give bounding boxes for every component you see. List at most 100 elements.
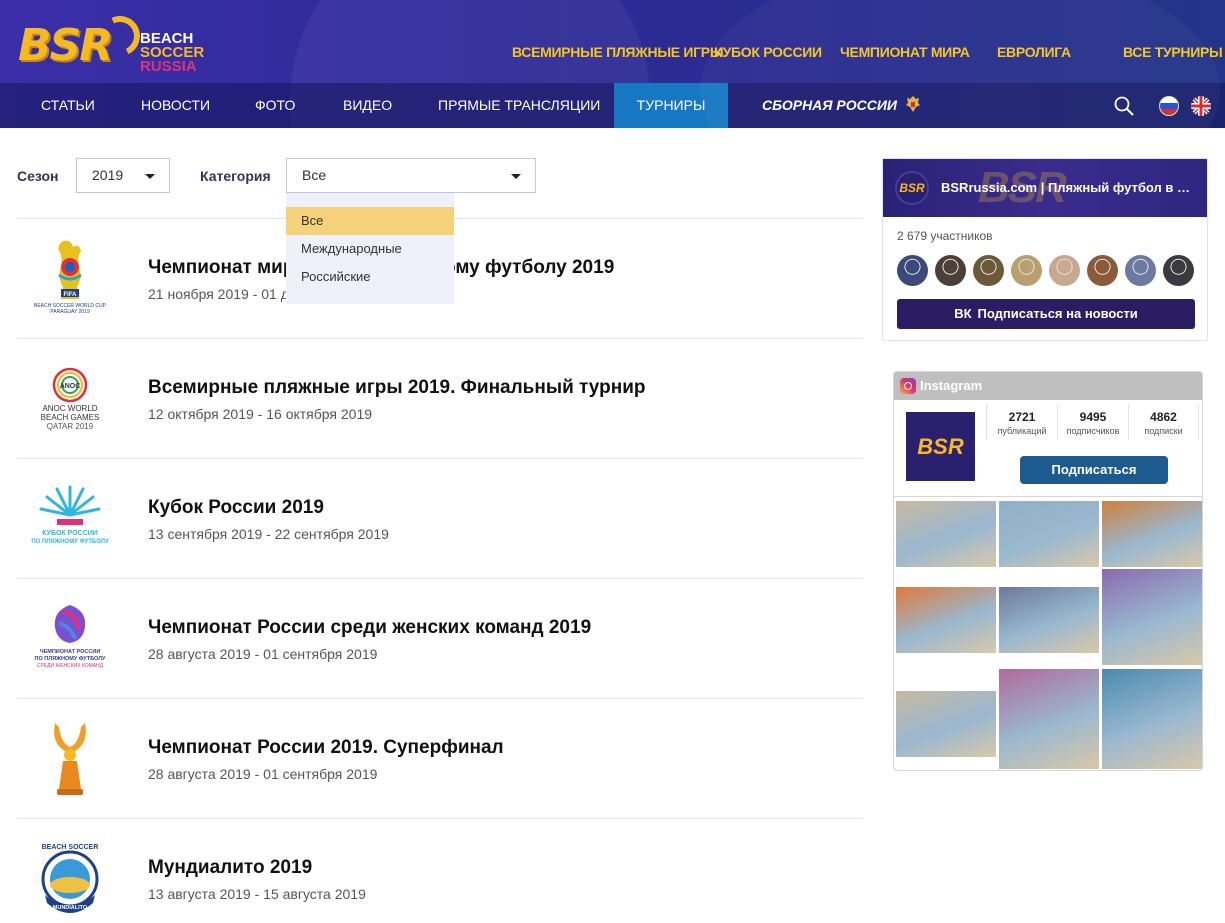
main-navigation: СТАТЬИ НОВОСТИ ФОТО ВИДЕО ПРЯМЫЕ ТРАНСЛЯ…: [0, 83, 1225, 128]
tournament-title[interactable]: Чемпионат России среди женских команд 20…: [148, 617, 591, 639]
svg-text:ПО ПЛЯЖНОМУ ФУТБОЛУ: ПО ПЛЯЖНОМУ ФУТБОЛУ: [31, 539, 109, 545]
mundialito-logo: BEACH SOCCER MUNDIALITO: [41, 844, 99, 913]
instagram-photo[interactable]: [1102, 501, 1202, 567]
top-nav-world-beach-games[interactable]: ВСЕМИРНЫЕ ПЛЯЖНЫЕ ИГРЫ: [512, 44, 724, 60]
member-avatar[interactable]: [973, 255, 1004, 286]
instagram-photo[interactable]: [999, 587, 1099, 653]
svg-text:QATAR 2019: QATAR 2019: [47, 422, 94, 431]
tournament-dates: 28 августа 2019 - 01 сентября 2019: [148, 646, 378, 662]
category-dropdown: Все Международные Российские: [286, 193, 454, 304]
top-nav-world-cup[interactable]: ЧЕМПИОНАТ МИРА: [840, 44, 970, 60]
instagram-widget: Instagram BSR 2721 публикаций 9495 подпи…: [893, 371, 1203, 771]
nav-national-team-label: СБОРНАЯ РОССИИ: [762, 97, 897, 113]
tournament-list: FIFA BEACH SOCCER WORLD CUP PARAGUAY 201…: [17, 218, 863, 913]
nav-live-streams[interactable]: ПРЯМЫЕ ТРАНСЛЯЦИИ: [438, 83, 600, 128]
chevron-down-icon: [511, 174, 521, 179]
season-select[interactable]: 2019: [76, 158, 170, 193]
instagram-photo[interactable]: [896, 501, 996, 567]
svg-text:BEACH SOCCER: BEACH SOCCER: [42, 844, 99, 851]
member-avatar[interactable]: [935, 255, 966, 286]
top-navigation: ВСЕМИРНЫЕ ПЛЯЖНЫЕ ИГРЫ КУБОК РОССИИ ЧЕМП…: [0, 44, 1225, 64]
member-avatar[interactable]: [1087, 255, 1118, 286]
instagram-photo[interactable]: [896, 691, 996, 757]
instagram-follow-button[interactable]: Подписаться: [1020, 456, 1168, 484]
category-select-value: Все: [302, 167, 327, 183]
season-label: Сезон: [17, 168, 59, 184]
category-option-russian[interactable]: Российские: [286, 263, 454, 291]
tournament-dates: 13 августа 2019 - 15 августа 2019: [148, 886, 366, 902]
svg-text:СРЕДИ ЖЕНСКИХ КОМАНД: СРЕДИ ЖЕНСКИХ КОМАНД: [37, 663, 104, 669]
women-championship-logo: ЧЕМПИОНАТ РОССИИ ПО ПЛЯЖНОМУ ФУТБОЛУ СРЕ…: [35, 605, 106, 669]
member-avatar[interactable]: [1163, 255, 1194, 286]
svg-text:FIFA: FIFA: [64, 292, 78, 298]
vk-group-name[interactable]: BSRrussia.com | Пляжный футбол в России: [941, 180, 1197, 195]
svg-text:MUNDIALITO: MUNDIALITO: [53, 905, 88, 911]
site-header: BSR BEACH SOCCER RUSSIA ВСЕМИРНЫЕ ПЛЯЖНЫ…: [0, 0, 1225, 128]
top-bar: BSR BEACH SOCCER RUSSIA ВСЕМИРНЫЕ ПЛЯЖНЫ…: [0, 0, 1225, 83]
tournament-title[interactable]: Всемирные пляжные игры 2019. Финальный т…: [148, 377, 646, 399]
tournament-title[interactable]: Чемпионат России 2019. Суперфинал: [148, 737, 504, 759]
nav-news[interactable]: НОВОСТИ: [141, 83, 210, 128]
flag-uk-icon[interactable]: [1191, 96, 1211, 116]
vk-group-avatar[interactable]: BSR: [895, 171, 929, 205]
category-label: Категория: [200, 168, 271, 184]
russia-cup-logo: КУБОК РОССИИ ПО ПЛЯЖНОМУ ФУТБОЛУ: [31, 485, 109, 545]
nav-video[interactable]: ВИДЕО: [343, 83, 392, 128]
superfinal-trophy-logo: [54, 723, 86, 795]
followers-label: подписчиков: [1066, 426, 1120, 436]
top-nav-euroleague[interactable]: ЕВРОЛИГА: [997, 44, 1071, 60]
svg-text:ANOC WORLD: ANOC WORLD: [42, 404, 97, 413]
svg-text:ANOC: ANOC: [60, 383, 81, 390]
following-count: 4862: [1150, 410, 1177, 424]
instagram-photo[interactable]: [999, 501, 1099, 567]
category-select[interactable]: Все: [286, 158, 536, 193]
instagram-stats: 2721 публикаций 9495 подписчиков 4862 по…: [986, 404, 1201, 440]
tournament-row[interactable]: BEACH SOCCER MUNDIALITO Мундиалито 2019 …: [17, 818, 863, 913]
vk-widget: BSR BSR BSRrussia.com | Пляжный футбол в…: [882, 158, 1208, 341]
vk-widget-header[interactable]: BSR BSR BSRrussia.com | Пляжный футбол в…: [883, 159, 1207, 217]
tournament-row[interactable]: Чемпионат России 2019. Суперфинал 28 авг…: [17, 698, 863, 818]
russia-crest-icon: [905, 96, 920, 112]
nav-photo[interactable]: ФОТО: [255, 83, 295, 128]
svg-text:BEACH GAMES: BEACH GAMES: [41, 413, 100, 422]
top-nav-russia-cup[interactable]: КУБОК РОССИИ: [714, 44, 822, 60]
anoc-beach-games-logo: ANOC ANOC WORLD BEACH GAMES QATAR 2019: [41, 367, 100, 431]
posts-label: публикаций: [997, 426, 1047, 436]
instagram-photo[interactable]: [1102, 569, 1202, 665]
instagram-photo[interactable]: [896, 587, 996, 653]
nav-articles[interactable]: СТАТЬИ: [41, 83, 95, 128]
nav-tournaments[interactable]: ТУРНИРЫ: [614, 83, 728, 128]
member-avatar[interactable]: [1011, 255, 1042, 286]
tournament-row[interactable]: КУБОК РОССИИ ПО ПЛЯЖНОМУ ФУТБОЛУ Кубок Р…: [17, 458, 863, 578]
search-icon[interactable]: [1114, 96, 1134, 116]
posts-count: 2721: [1008, 410, 1036, 424]
instagram-title: Instagram: [920, 378, 983, 393]
svg-text:КУБОК РОССИИ: КУБОК РОССИИ: [42, 530, 98, 537]
svg-text:ЧЕМПИОНАТ РОССИИ: ЧЕМПИОНАТ РОССИИ: [40, 649, 101, 655]
category-option-all[interactable]: Все: [286, 207, 454, 235]
flag-ru-icon[interactable]: [1159, 96, 1179, 116]
tournament-dates: 12 октября 2019 - 16 октября 2019: [148, 406, 373, 422]
category-option-international[interactable]: Международные: [286, 235, 454, 263]
following-label: подписки: [1144, 426, 1183, 436]
fifa-world-cup-logo: FIFA BEACH SOCCER WORLD CUP PARAGUAY 201…: [34, 240, 107, 315]
nav-national-team[interactable]: СБОРНАЯ РОССИИ: [762, 83, 921, 128]
instagram-photo[interactable]: [1102, 669, 1202, 769]
instagram-widget-header: Instagram: [894, 372, 1202, 400]
tournament-row[interactable]: ANOC ANOC WORLD BEACH GAMES QATAR 2019 В…: [17, 338, 863, 458]
tournament-title[interactable]: Мундиалито 2019: [148, 857, 312, 879]
vk-members-count: 2 679 участников: [897, 229, 993, 243]
member-avatar[interactable]: [897, 255, 928, 286]
chevron-down-icon: [145, 174, 155, 179]
instagram-photo[interactable]: [999, 669, 1099, 769]
tournament-title[interactable]: Кубок России 2019: [148, 497, 324, 519]
tournament-dates: 28 августа 2019 - 01 сентября 2019: [148, 766, 378, 782]
member-avatar[interactable]: [1125, 255, 1156, 286]
top-nav-all-tournaments[interactable]: ВСЕ ТУРНИРЫ: [1123, 44, 1223, 60]
member-avatar[interactable]: [1049, 255, 1080, 286]
instagram-profile-avatar[interactable]: BSR: [906, 412, 975, 481]
vk-icon: ВК: [954, 306, 972, 321]
vk-subscribe-button[interactable]: ВК Подписаться на новости: [897, 299, 1195, 329]
tournament-dates: 13 сентября 2019 - 22 сентября 2019: [148, 526, 389, 542]
tournament-row[interactable]: ЧЕМПИОНАТ РОССИИ ПО ПЛЯЖНОМУ ФУТБОЛУ СРЕ…: [17, 578, 863, 698]
